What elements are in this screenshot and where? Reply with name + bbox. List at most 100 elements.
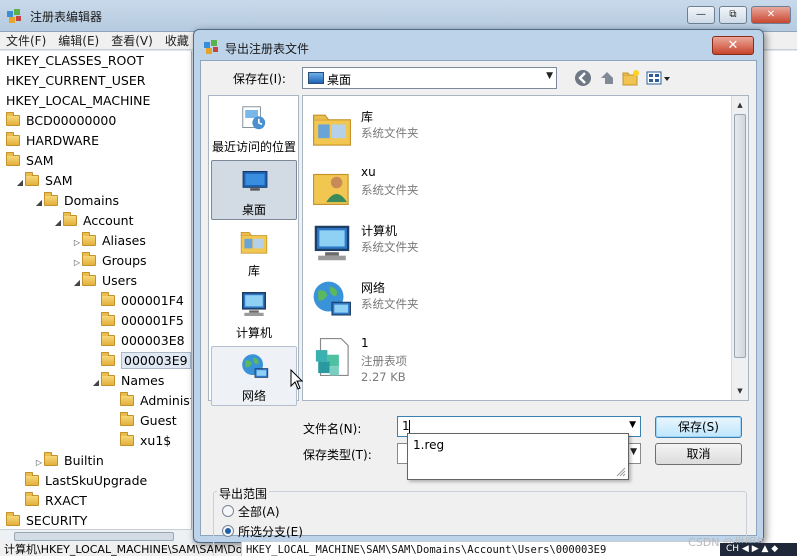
chevron-down-icon[interactable]: ▼ [629,420,636,430]
collapse-arrow-icon[interactable]: ◢ [15,173,25,193]
save-button[interactable]: 保存(S) [655,416,742,438]
resize-grip-icon[interactable] [616,467,626,477]
file-item[interactable]: xu 系统文件夹 [309,161,609,213]
file-item[interactable]: 1 注册表项 2.27 KB [309,332,609,384]
tree-node[interactable]: HARDWARE [6,131,99,151]
desktop-icon [308,72,324,84]
collapse-arrow-icon[interactable]: ◢ [91,373,101,393]
tree-node[interactable]: BCD00000000 [6,111,116,131]
place-3[interactable]: 库 [211,222,297,282]
scroll-up-arrow-icon[interactable]: ▲ [734,98,746,112]
collapse-arrow-icon[interactable]: ◢ [34,193,44,213]
tree-node[interactable]: ◢ Account [53,211,133,231]
tree-node[interactable]: Administ [110,391,191,411]
tree-node[interactable]: HKEY_CLASSES_ROOT [6,51,144,71]
user-folder-icon [309,163,355,209]
file-list-vertical-scrollbar[interactable]: ▲ ▼ [731,96,748,400]
tree-scroll-thumb[interactable] [14,532,174,541]
scroll-down-arrow-icon[interactable]: ▼ [734,384,746,398]
ime-indicator[interactable]: CH ◀ ▶ ▲ ◆ [720,543,797,556]
tree-node[interactable]: ▷ Aliases [72,231,146,251]
tree-node-label: HKEY_CLASSES_ROOT [6,53,144,68]
registry-tree[interactable]: HKEY_CLASSES_ROOT HKEY_CURRENT_USER HKEY_L… [0,51,192,529]
new-folder-icon[interactable] [621,68,641,88]
menu-file[interactable]: 文件(F) [0,32,52,49]
folder-icon [120,392,134,406]
tree-node[interactable]: 000003E8 [91,331,185,351]
dialog-close-button[interactable]: ✕ [712,36,754,55]
tree-node[interactable]: 000001F5 [91,311,184,331]
tree-node[interactable]: LastSkuUpgrade [15,471,147,491]
tree-node[interactable]: SAM [6,151,54,171]
up-folder-icon[interactable] [597,68,617,88]
folder-icon [25,472,39,486]
tree-node-label: 000003E8 [121,333,185,348]
export-range-label: 导出范围 [217,485,270,502]
export-range-group: 全部(A) 所选分支(E) HKEY_LOCAL_MACHINE\SAM\SAM… [213,491,747,556]
collapse-arrow-icon[interactable]: ◢ [72,273,82,293]
place-label: 最近访问的位置 [211,140,296,154]
places-bar: 最近访问的位置桌面库计算机 网络 [208,95,299,406]
file-list[interactable]: 库系统文件夹 xu 系统文件夹 计算机 系统文件夹 网络 系统文件夹 1 注册表项 2.27 KB… [302,95,749,401]
values-pane-edge [764,51,797,543]
file-item[interactable]: 计算机 系统文件夹 [309,218,609,270]
radio-selected-branch[interactable] [222,525,234,537]
tree-node[interactable]: ◢ Names [91,371,164,391]
registry-file-icon [309,334,355,380]
menu-favorites[interactable]: 收藏 [159,32,195,49]
chevron-down-icon[interactable]: ▼ [630,447,637,457]
tree-node[interactable]: RXACT [15,491,87,511]
place-5[interactable]: 网络 [211,346,297,406]
file-type: 系统文件夹 [361,183,419,197]
folder-icon [6,112,20,126]
recent-places-icon [238,102,270,134]
menu-view[interactable]: 查看(V) [105,32,159,49]
file-item[interactable]: 网络 系统文件夹 [309,275,609,327]
restore-button[interactable]: ⧉ [719,6,747,24]
tree-node[interactable]: ▷ Builtin [34,451,104,471]
libraries-icon [309,106,355,152]
tree-node-label: Account [83,213,134,228]
folder-icon [120,432,134,446]
tree-node[interactable]: ▷ Groups [72,251,147,271]
export-registry-dialog: 导出注册表文件 ✕ 保存在(I): 桌面 ▼ 最近访问的位置桌面库计算机网络 [193,29,764,556]
cancel-button[interactable]: 取消 [655,443,742,465]
menu-edit[interactable]: 编辑(E) [52,32,105,49]
file-item[interactable]: 库系统文件夹 [309,104,609,156]
tree-node[interactable]: HKEY_LOCAL_MACHINE [6,91,150,111]
view-menu-icon[interactable] [645,68,673,88]
radio-selected-branch-label[interactable]: 所选分支(E) [238,523,303,540]
tree-node[interactable]: xu1$ [110,431,171,451]
autocomplete-item[interactable]: 1.reg [413,438,444,452]
radio-all[interactable] [222,505,234,517]
expand-arrow-icon[interactable]: ▷ [72,233,82,253]
tree-node[interactable]: HKEY_CURRENT_USER [6,71,145,91]
back-icon[interactable] [573,68,593,88]
collapse-arrow-icon[interactable]: ◢ [53,213,63,233]
place-4[interactable]: 计算机 [211,284,297,344]
place-1[interactable]: 最近访问的位置 [211,98,297,158]
file-list-scroll-thumb[interactable] [734,114,746,358]
minimize-button[interactable]: — [687,6,715,24]
tree-horizontal-scrollbar[interactable] [0,529,192,543]
tree-node[interactable]: ◢ SAM [15,171,73,191]
folder-icon [101,292,115,306]
radio-all-label[interactable]: 全部(A) [238,503,280,520]
expand-arrow-icon[interactable]: ▷ [72,253,82,273]
computer-icon [238,288,270,320]
tree-node[interactable]: 000001F4 [91,291,184,311]
save-in-label: 保存在(I): [233,72,286,86]
save-in-combobox[interactable]: 桌面 ▼ [302,67,557,89]
tree-node[interactable]: ◢ Users [72,271,137,291]
tree-node[interactable]: 000003E9 [91,351,191,371]
expand-arrow-icon[interactable]: ▷ [34,453,44,473]
close-button[interactable]: ✕ [751,6,791,24]
tree-node[interactable]: Guest [110,411,177,431]
place-2[interactable]: 桌面 [211,160,297,220]
chevron-down-icon: ▼ [546,71,553,81]
tree-node[interactable]: SECURITY [6,511,87,529]
mouse-cursor-icon [290,369,304,390]
tree-node[interactable]: ◢ Domains [34,191,119,211]
branch-path-input[interactable]: HKEY_LOCAL_MACHINE\SAM\SAM\Domains\Accou… [241,541,734,556]
filetype-label: 保存类型(T): [303,448,372,462]
